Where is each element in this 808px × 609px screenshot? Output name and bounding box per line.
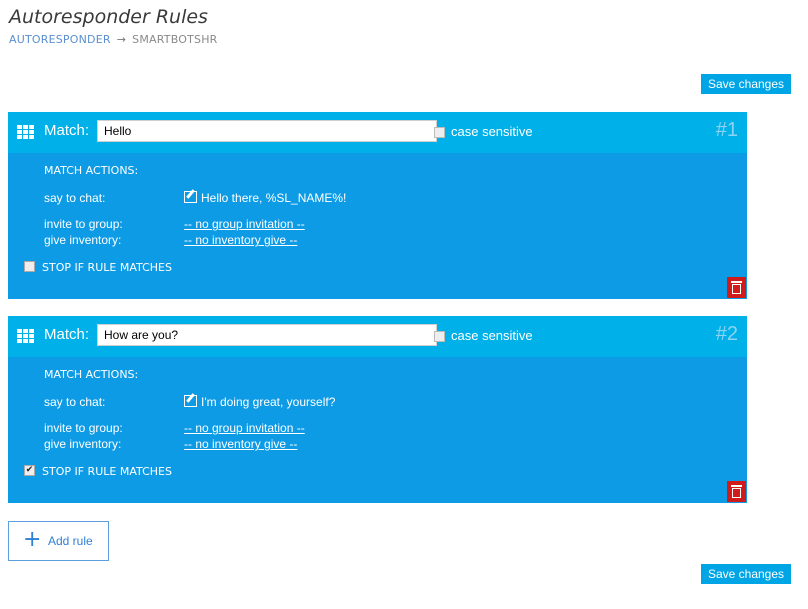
delete-rule-trash-icon[interactable]: [727, 481, 746, 502]
match-input[interactable]: [97, 324, 437, 346]
save-changes-button-bottom[interactable]: Save changes: [701, 564, 791, 584]
say-to-chat-label: say to chat:: [44, 191, 106, 205]
rule-header: Match: case sensitive #2: [8, 316, 747, 357]
case-sensitive-label: case sensitive: [451, 328, 533, 343]
breadcrumb-current: SMARTBOTSHR: [132, 33, 218, 46]
add-rule-label: Add rule: [48, 534, 93, 548]
invite-to-group-link[interactable]: -- no group invitation --: [184, 421, 305, 435]
match-actions-title: MATCH ACTIONS:: [44, 368, 139, 381]
case-sensitive-label: case sensitive: [451, 124, 533, 139]
case-sensitive-checkbox[interactable]: [434, 331, 445, 342]
give-inventory-link[interactable]: -- no inventory give --: [184, 437, 297, 451]
match-label: Match:: [44, 326, 90, 343]
invite-to-group-label: invite to group:: [44, 217, 123, 231]
stop-if-match-checkbox[interactable]: [24, 261, 35, 272]
say-to-chat-text: I'm doing great, yourself?: [201, 395, 336, 409]
stop-if-match-label: STOP IF RULE MATCHES: [42, 465, 172, 478]
match-label: Match:: [44, 122, 90, 139]
rule-number: #2: [715, 323, 738, 345]
add-rule-button[interactable]: + Add rule: [8, 521, 109, 561]
give-inventory-link[interactable]: -- no inventory give --: [184, 233, 297, 247]
plus-icon: +: [23, 527, 42, 552]
breadcrumb-autoresponder-link[interactable]: AUTORESPONDER: [9, 33, 111, 46]
page-title: Autoresponder Rules: [9, 6, 208, 28]
edit-icon[interactable]: [184, 191, 197, 203]
breadcrumb-arrow-icon: →: [116, 33, 127, 46]
say-to-chat-value[interactable]: Hello there, %SL_NAME%!: [184, 191, 346, 205]
save-changes-button-top[interactable]: Save changes: [701, 74, 791, 94]
match-actions-title: MATCH ACTIONS:: [44, 164, 139, 177]
say-to-chat-value[interactable]: I'm doing great, yourself?: [184, 395, 335, 409]
edit-icon[interactable]: [184, 395, 197, 407]
delete-rule-trash-icon[interactable]: [727, 277, 746, 298]
invite-to-group-link[interactable]: -- no group invitation --: [184, 217, 305, 231]
stop-if-match-label: STOP IF RULE MATCHES: [42, 261, 172, 274]
rule-body: MATCH ACTIONS: say to chat: Hello there,…: [8, 153, 747, 299]
invite-to-group-label: invite to group:: [44, 421, 123, 435]
rule-header: Match: case sensitive #1: [8, 112, 747, 153]
say-to-chat-text: Hello there, %SL_NAME%!: [201, 191, 347, 205]
rule-body: MATCH ACTIONS: say to chat: I'm doing gr…: [8, 357, 747, 503]
drag-handle-grid-icon[interactable]: [17, 329, 34, 344]
rule-card-2: Match: case sensitive #2 MATCH ACTIONS: …: [8, 316, 747, 503]
case-sensitive-checkbox[interactable]: [434, 127, 445, 138]
give-inventory-label: give inventory:: [44, 437, 122, 451]
match-input[interactable]: [97, 120, 437, 142]
give-inventory-label: give inventory:: [44, 233, 122, 247]
drag-handle-grid-icon[interactable]: [17, 125, 34, 140]
stop-if-match-checkbox[interactable]: ✔: [24, 465, 35, 476]
say-to-chat-label: say to chat:: [44, 395, 106, 409]
rule-card-1: Match: case sensitive #1 MATCH ACTIONS: …: [8, 112, 747, 299]
breadcrumb: AUTORESPONDER → SMARTBOTSHR: [9, 33, 218, 46]
rule-number: #1: [715, 119, 738, 141]
